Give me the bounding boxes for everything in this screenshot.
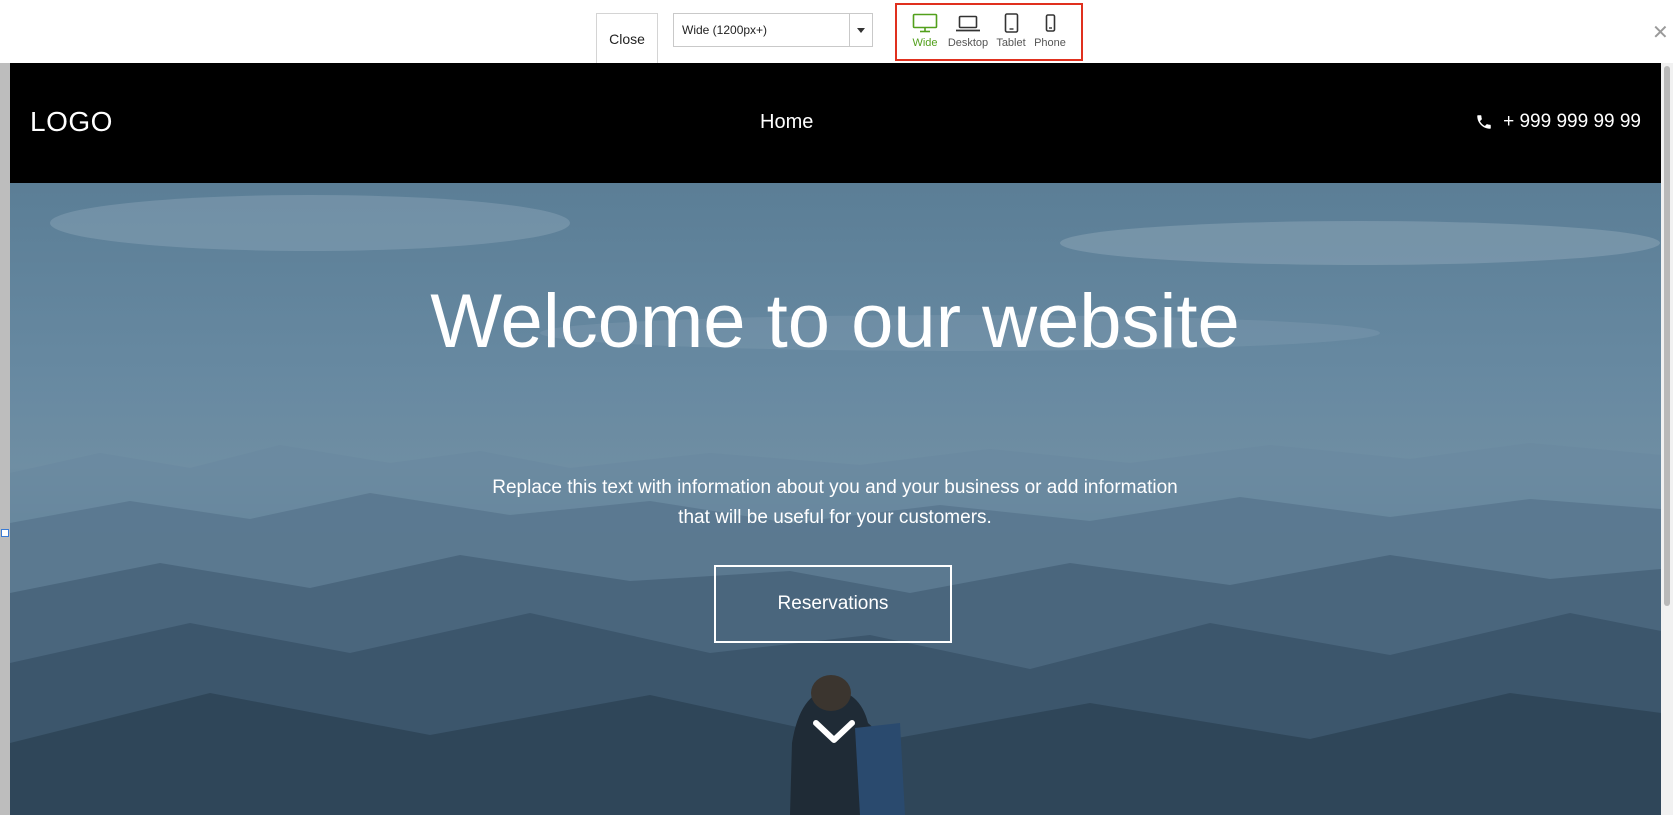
hero-title: Welcome to our website	[430, 279, 1240, 364]
reservations-button[interactable]: Reservations	[714, 565, 952, 643]
viewport-select-value: Wide (1200px+)	[682, 23, 768, 37]
device-desktop-label: Desktop	[947, 37, 989, 49]
phone-number: + 999 999 99 99	[1503, 111, 1641, 132]
laptop-icon	[956, 15, 980, 32]
close-button[interactable]: Close	[596, 13, 658, 63]
scrollbar[interactable]	[1661, 63, 1673, 815]
chevron-down-icon[interactable]	[812, 718, 856, 746]
website-preview: LOGO Home + 999 999 99 99 Welcome to our…	[10, 63, 1661, 815]
scrollbar-thumb[interactable]	[1664, 66, 1670, 606]
hero-section: Welcome to our website Replace this text…	[10, 183, 1661, 815]
device-wide-label: Wide	[912, 37, 938, 49]
site-header: LOGO Home + 999 999 99 99	[10, 63, 1661, 183]
viewport-select[interactable]: Wide (1200px+)	[673, 13, 873, 47]
device-phone-label: Phone	[1034, 37, 1066, 49]
phone-icon	[1045, 14, 1056, 32]
telephone-icon	[1477, 115, 1491, 129]
close-icon[interactable]: ✕	[1652, 22, 1669, 42]
device-phone-button[interactable]: Phone	[1028, 13, 1072, 59]
device-switcher: Wide Desktop Tablet Phone	[895, 3, 1083, 61]
tablet-icon	[1004, 13, 1019, 33]
nav-link-home[interactable]: Home	[760, 111, 813, 134]
device-desktop-button[interactable]: Desktop	[946, 13, 990, 59]
preview-toolbar: Close Wide (1200px+) Wide Desktop Tablet…	[0, 0, 1673, 63]
site-logo[interactable]: LOGO	[30, 106, 113, 138]
frame-resize-rail[interactable]	[0, 63, 10, 815]
dropdown-arrow-icon[interactable]	[849, 14, 872, 46]
hero-description: Replace this text with information about…	[492, 477, 1178, 528]
phone-link[interactable]: + 999 999 99 99	[1475, 111, 1641, 133]
device-wide-button[interactable]: Wide	[903, 13, 947, 59]
monitor-icon	[912, 13, 938, 33]
device-tablet-label: Tablet	[996, 37, 1026, 49]
device-tablet-button[interactable]: Tablet	[989, 13, 1033, 59]
resize-handle[interactable]	[1, 529, 9, 537]
